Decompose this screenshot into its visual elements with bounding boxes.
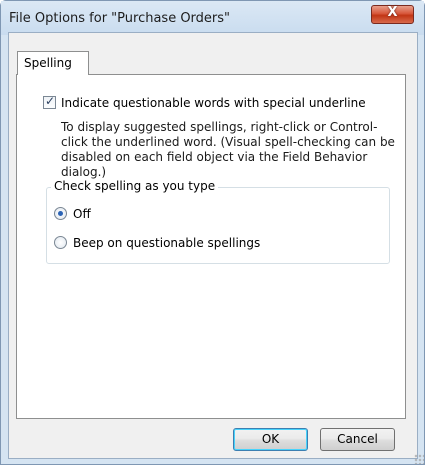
- radio-option-beep-label: Beep on questionable spellings: [73, 236, 261, 250]
- resize-grip-icon[interactable]: [414, 454, 424, 464]
- radio-option-off-label: Off: [73, 207, 91, 221]
- tab-spelling[interactable]: Spelling: [17, 51, 89, 75]
- spelling-hint-text: To display suggested spellings, right-cl…: [61, 120, 395, 179]
- check-spelling-group: [46, 187, 390, 264]
- ok-button[interactable]: OK: [233, 428, 308, 451]
- cancel-button[interactable]: Cancel: [320, 428, 395, 451]
- radio-option-beep[interactable]: Beep on questionable spellings: [54, 236, 260, 250]
- radio-option-off[interactable]: Off: [54, 207, 91, 221]
- tab-spelling-label: Spelling: [24, 56, 72, 70]
- close-button[interactable]: X: [371, 5, 414, 24]
- window-title: File Options for "Purchase Orders": [9, 11, 231, 26]
- radio-unselected-icon[interactable]: [54, 236, 67, 249]
- underline-checkbox-row[interactable]: Indicate questionable words with special…: [43, 94, 366, 110]
- check-spelling-group-label: Check spelling as you type: [51, 179, 219, 193]
- underline-checkbox-label: Indicate questionable words with special…: [61, 96, 366, 110]
- checkbox-checked-icon[interactable]: [43, 94, 56, 109]
- close-icon: X: [387, 5, 398, 20]
- title-bar[interactable]: File Options for "Purchase Orders" X: [1, 1, 424, 35]
- radio-selected-icon[interactable]: [54, 207, 67, 220]
